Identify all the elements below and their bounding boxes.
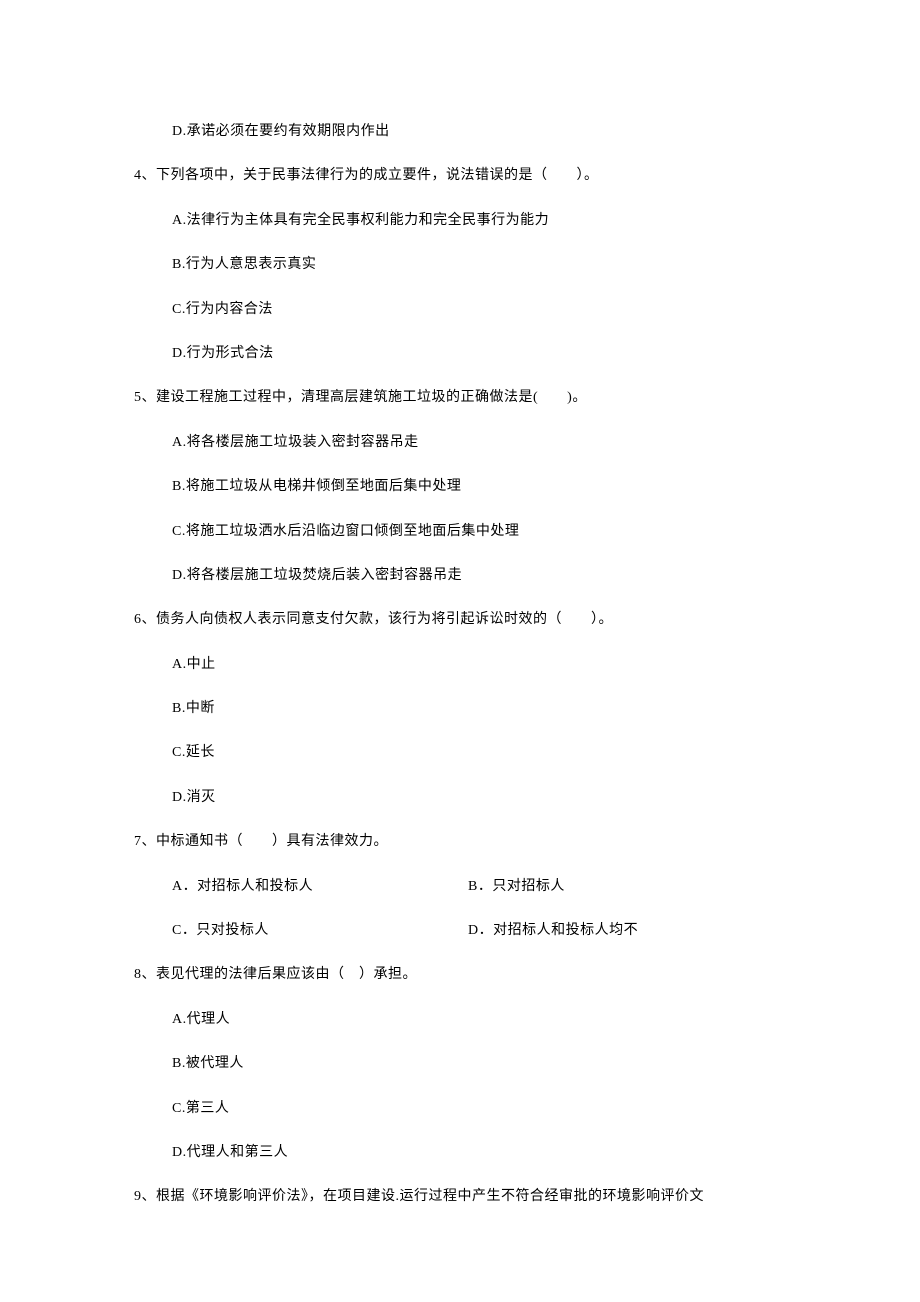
q7-option-a: A．对招标人和投标人 xyxy=(172,876,468,898)
q5-option-d: D.将各楼层施工垃圾焚烧后装入密封容器吊走 xyxy=(120,554,800,598)
q5-option-c: C.将施工垃圾洒水后沿临边窗口倾倒至地面后集中处理 xyxy=(120,510,800,554)
q6-option-d: D.消灭 xyxy=(120,776,800,820)
document-page: D.承诺必须在要约有效期限内作出 4、下列各项中，关于民事法律行为的成立要件，说… xyxy=(0,0,920,1280)
q6-option-a: A.中止 xyxy=(120,643,800,687)
q4-option-b: B.行为人意思表示真实 xyxy=(120,243,800,287)
q6-option-c: C.延长 xyxy=(120,731,800,775)
q7-option-d: D．对招标人和投标人均不 xyxy=(468,920,638,942)
q5-option-b: B.将施工垃圾从电梯井倾倒至地面后集中处理 xyxy=(120,465,800,509)
q8-option-b: B.被代理人 xyxy=(120,1042,800,1086)
q4-stem: 4、下列各项中，关于民事法律行为的成立要件，说法错误的是（ ）。 xyxy=(120,154,800,198)
q6-stem: 6、债务人向债权人表示同意支付欠款，该行为将引起诉讼时效的（ ）。 xyxy=(120,598,800,642)
q5-stem: 5、建设工程施工过程中，清理高层建筑施工垃圾的正确做法是( )。 xyxy=(120,376,800,420)
q7-stem: 7、中标通知书（ ）具有法律效力。 xyxy=(120,820,800,864)
q7-option-c: C．只对投标人 xyxy=(172,920,468,942)
q6-option-b: B.中断 xyxy=(120,687,800,731)
q7-option-b: B．只对招标人 xyxy=(468,876,565,898)
q8-option-d: D.代理人和第三人 xyxy=(120,1131,800,1175)
q7-option-row-2: C．只对投标人 D．对招标人和投标人均不 xyxy=(120,909,800,953)
q5-option-a: A.将各楼层施工垃圾装入密封容器吊走 xyxy=(120,421,800,465)
q4-option-a: A.法律行为主体具有完全民事权利能力和完全民事行为能力 xyxy=(120,199,800,243)
q3-option-d: D.承诺必须在要约有效期限内作出 xyxy=(120,110,800,154)
q4-option-d: D.行为形式合法 xyxy=(120,332,800,376)
q8-stem: 8、表见代理的法律后果应该由（ ）承担。 xyxy=(120,953,800,997)
q8-option-a: A.代理人 xyxy=(120,998,800,1042)
q8-option-c: C.第三人 xyxy=(120,1087,800,1131)
q9-stem: 9、根据《环境影响评价法》，在项目建设.运行过程中产生不符合经审批的环境影响评价… xyxy=(120,1175,800,1219)
q4-option-c: C.行为内容合法 xyxy=(120,288,800,332)
q7-option-row-1: A．对招标人和投标人 B．只对招标人 xyxy=(120,865,800,909)
